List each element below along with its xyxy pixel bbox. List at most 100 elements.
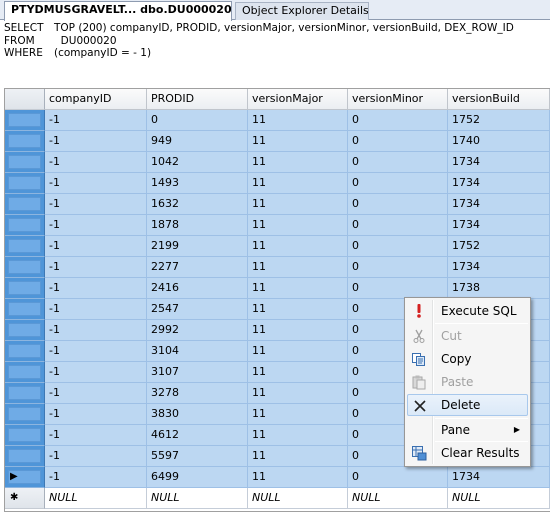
cell-versionbuild[interactable]: 1752 xyxy=(448,110,550,131)
cell-versionbuild[interactable]: 1734 xyxy=(448,215,550,236)
menu-item-paste[interactable]: Paste xyxy=(407,371,528,393)
menu-item-clear-results[interactable]: Clear Results xyxy=(407,442,528,464)
cell-null[interactable]: NULL xyxy=(147,488,248,509)
row-selector[interactable] xyxy=(5,404,45,425)
cell-versionminor[interactable]: 0 xyxy=(348,152,448,173)
cell-companyid[interactable]: -1 xyxy=(45,278,147,299)
row-selector[interactable] xyxy=(5,446,45,467)
cell-versionbuild[interactable]: 1734 xyxy=(448,467,550,488)
cell-companyid[interactable]: -1 xyxy=(45,362,147,383)
menu-item-cut[interactable]: Cut xyxy=(407,325,528,347)
cell-prodid[interactable]: 3830 xyxy=(147,404,248,425)
cell-versionmajor[interactable]: 11 xyxy=(248,446,348,467)
cell-versionmajor[interactable]: 11 xyxy=(248,236,348,257)
cell-versionbuild[interactable]: 1734 xyxy=(448,194,550,215)
cell-versionmajor[interactable]: 11 xyxy=(248,131,348,152)
cell-versionminor[interactable]: 0 xyxy=(348,194,448,215)
column-header-prodid[interactable]: PRODID xyxy=(147,89,248,110)
table-row[interactable]: -1011017522 xyxy=(5,110,550,131)
cell-versionbuild[interactable]: 1734 xyxy=(448,152,550,173)
cell-versionmajor[interactable]: 11 xyxy=(248,152,348,173)
cell-versionmajor[interactable]: 11 xyxy=(248,110,348,131)
column-header-companyid[interactable]: companyID xyxy=(45,89,147,110)
cell-versionmajor[interactable]: 11 xyxy=(248,215,348,236)
cell-versionmajor[interactable]: 11 xyxy=(248,404,348,425)
new-row[interactable]: ✱ NULL NULL NULL NULL NULL xyxy=(5,488,550,509)
row-selector[interactable] xyxy=(5,341,45,362)
row-selector[interactable] xyxy=(5,173,45,194)
cell-prodid[interactable]: 2547 xyxy=(147,299,248,320)
cell-prodid[interactable]: 3278 xyxy=(147,383,248,404)
row-selector[interactable] xyxy=(5,383,45,404)
cell-prodid[interactable]: 2277 xyxy=(147,257,248,278)
cell-versionbuild[interactable]: 1752 xyxy=(448,236,550,257)
menu-item-copy[interactable]: Copy xyxy=(407,348,528,370)
cell-null[interactable]: NULL xyxy=(348,488,448,509)
cell-prodid[interactable]: 4612 xyxy=(147,425,248,446)
row-selector[interactable] xyxy=(5,320,45,341)
menu-item-delete[interactable]: Delete xyxy=(407,394,528,416)
table-row[interactable]: -194911017402 xyxy=(5,131,550,152)
cell-prodid[interactable]: 1632 xyxy=(147,194,248,215)
cell-versionmajor[interactable]: 11 xyxy=(248,194,348,215)
row-selector[interactable] xyxy=(5,152,45,173)
cell-prodid[interactable]: 6499 xyxy=(147,467,248,488)
cell-prodid[interactable]: 949 xyxy=(147,131,248,152)
cell-versionbuild[interactable]: 1738 xyxy=(448,278,550,299)
cell-versionmajor[interactable]: 11 xyxy=(248,467,348,488)
cell-versionminor[interactable]: 0 xyxy=(348,110,448,131)
cell-versionminor[interactable]: 0 xyxy=(348,215,448,236)
cell-companyid[interactable]: -1 xyxy=(45,320,147,341)
cell-versionmajor[interactable]: 11 xyxy=(248,383,348,404)
menu-item-execute-sql[interactable]: Execute SQL xyxy=(407,300,528,322)
cell-versionminor[interactable]: 0 xyxy=(348,236,448,257)
row-selector[interactable] xyxy=(5,215,45,236)
cell-versionbuild[interactable]: 1734 xyxy=(448,257,550,278)
row-selector[interactable] xyxy=(5,299,45,320)
cell-companyid[interactable]: -1 xyxy=(45,131,147,152)
row-selector[interactable] xyxy=(5,194,45,215)
sql-pane[interactable]: SELECT TOP (200) companyID, PRODID, vers… xyxy=(4,22,544,60)
cell-versionmajor[interactable]: 11 xyxy=(248,320,348,341)
cell-companyid[interactable]: -1 xyxy=(45,173,147,194)
cell-versionmajor[interactable]: 11 xyxy=(248,257,348,278)
row-selector[interactable] xyxy=(5,110,45,131)
cell-versionmajor[interactable]: 11 xyxy=(248,362,348,383)
cell-null[interactable]: NULL xyxy=(448,488,550,509)
cell-companyid[interactable]: -1 xyxy=(45,215,147,236)
table-row[interactable]: -1104211017342 xyxy=(5,152,550,173)
cell-versionmajor[interactable]: 11 xyxy=(248,278,348,299)
table-row[interactable]: -1219911017522 xyxy=(5,236,550,257)
row-selector[interactable] xyxy=(5,425,45,446)
cell-prodid[interactable]: 3104 xyxy=(147,341,248,362)
cell-prodid[interactable]: 2199 xyxy=(147,236,248,257)
cell-companyid[interactable]: -1 xyxy=(45,257,147,278)
table-row[interactable]: -1149311017342 xyxy=(5,173,550,194)
row-selector[interactable] xyxy=(5,131,45,152)
cell-versionminor[interactable]: 0 xyxy=(348,278,448,299)
column-header-versionminor[interactable]: versionMinor xyxy=(348,89,448,110)
table-row[interactable]: -1241611017382 xyxy=(5,278,550,299)
table-row[interactable]: -1187811017342 xyxy=(5,215,550,236)
cell-prodid[interactable]: 3107 xyxy=(147,362,248,383)
tab-object-explorer-details[interactable]: Object Explorer Details xyxy=(235,2,369,20)
cell-prodid[interactable]: 1042 xyxy=(147,152,248,173)
cell-versionmajor[interactable]: 11 xyxy=(248,173,348,194)
menu-item-pane[interactable]: Pane ▶ xyxy=(407,419,528,441)
row-selector[interactable]: ▶ xyxy=(5,467,45,488)
cell-companyid[interactable]: -1 xyxy=(45,194,147,215)
cell-versionbuild[interactable]: 1734 xyxy=(448,173,550,194)
cell-versionminor[interactable]: 0 xyxy=(348,131,448,152)
cell-versionminor[interactable]: 0 xyxy=(348,467,448,488)
cell-companyid[interactable]: -1 xyxy=(45,425,147,446)
row-selector[interactable] xyxy=(5,257,45,278)
cell-null[interactable]: NULL xyxy=(248,488,348,509)
cell-prodid[interactable]: 1493 xyxy=(147,173,248,194)
column-header-versionbuild[interactable]: versionBuild xyxy=(448,89,550,110)
row-selector[interactable] xyxy=(5,278,45,299)
cell-prodid[interactable]: 1878 xyxy=(147,215,248,236)
cell-companyid[interactable]: -1 xyxy=(45,467,147,488)
cell-companyid[interactable]: -1 xyxy=(45,299,147,320)
cell-companyid[interactable]: -1 xyxy=(45,404,147,425)
grid-corner-header[interactable] xyxy=(5,89,45,110)
